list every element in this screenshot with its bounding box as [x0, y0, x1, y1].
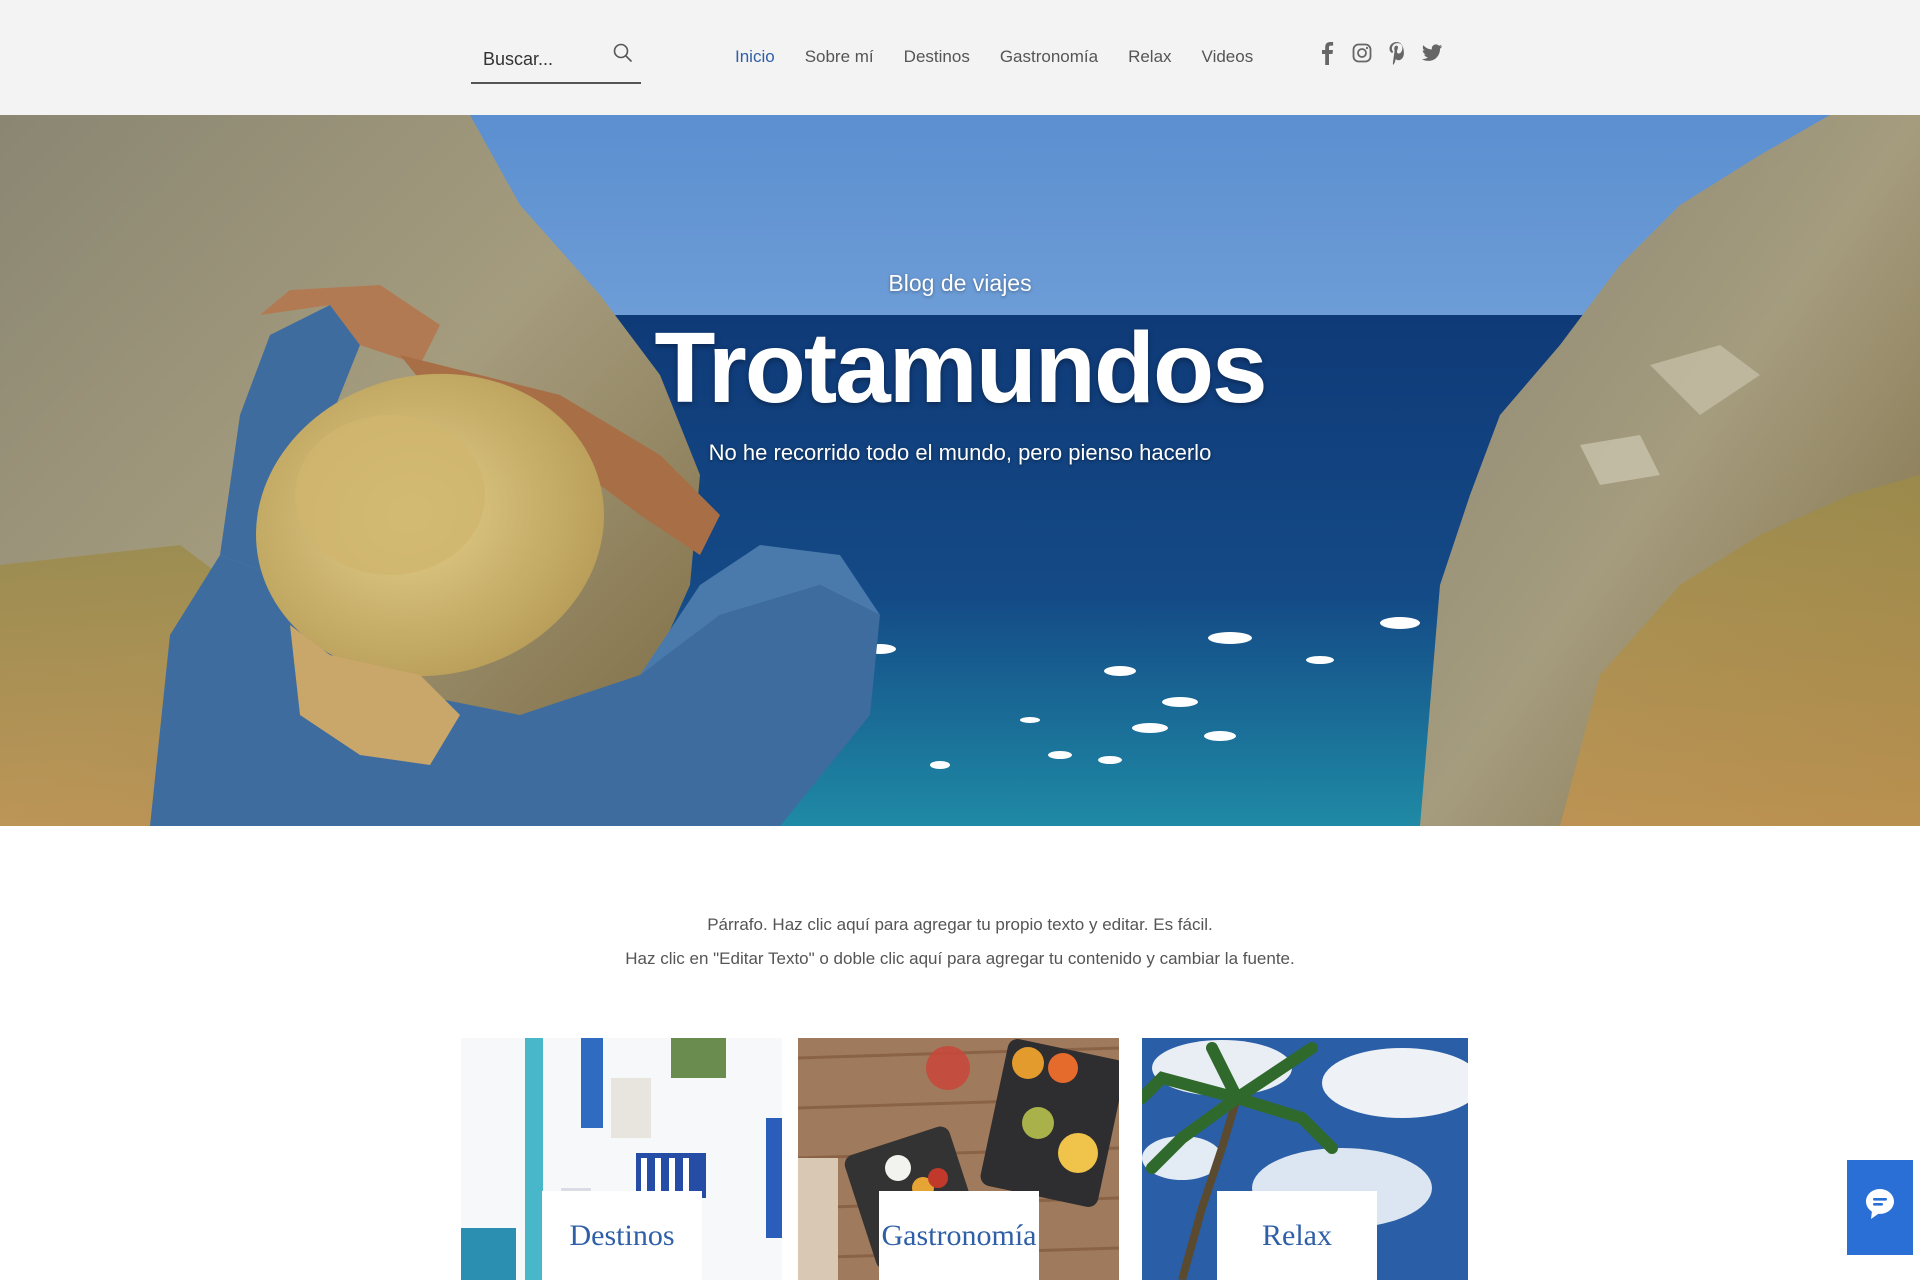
intro-paragraph: Párrafo. Haz clic aquí para agregar tu p… [0, 908, 1920, 976]
main-nav: Inicio Sobre mí Destinos Gastronomía Rel… [735, 42, 1283, 72]
chat-button[interactable] [1847, 1160, 1913, 1255]
intro-line-2: Haz clic en "Editar Texto" o doble clic … [625, 949, 1295, 968]
pinterest-icon[interactable] [1386, 41, 1408, 65]
nav-item-inicio[interactable]: Inicio [735, 47, 775, 67]
search-input[interactable] [483, 42, 608, 76]
hero-subtitle: No he recorrido todo el mundo, pero pien… [708, 440, 1212, 465]
chat-icon [1864, 1187, 1896, 1228]
instagram-icon[interactable] [1351, 41, 1373, 65]
facebook-icon[interactable] [1316, 41, 1338, 65]
hero-background-image [0, 115, 1920, 826]
site-header: Inicio Sobre mí Destinos Gastronomía Rel… [0, 0, 1920, 115]
intro-line-1: Párrafo. Haz clic aquí para agregar tu p… [707, 915, 1213, 934]
hero-banner: Blog de viajes Trotamundos No he recorri… [0, 115, 1920, 826]
search-box [471, 36, 641, 84]
hero-kicker: Blog de viajes [888, 270, 1032, 296]
hero-title: Trotamundos [654, 312, 1267, 424]
twitter-icon[interactable] [1421, 41, 1443, 65]
social-links [1316, 41, 1443, 65]
card-label-destinos: Destinos [542, 1191, 702, 1280]
card-gastronomia[interactable]: Gastronomía [798, 1038, 1119, 1280]
card-label-gastronomia: Gastronomía [879, 1191, 1039, 1280]
card-label-relax: Relax [1217, 1191, 1377, 1280]
nav-item-relax[interactable]: Relax [1128, 47, 1171, 67]
nav-item-sobre-mi[interactable]: Sobre mí [805, 47, 874, 67]
card-destinos[interactable]: Destinos [461, 1038, 782, 1280]
search-icon[interactable] [612, 42, 636, 66]
nav-item-destinos[interactable]: Destinos [904, 47, 970, 67]
nav-item-gastronomia[interactable]: Gastronomía [1000, 47, 1098, 67]
card-relax[interactable]: Relax [1142, 1038, 1468, 1280]
nav-item-videos[interactable]: Videos [1202, 47, 1254, 67]
